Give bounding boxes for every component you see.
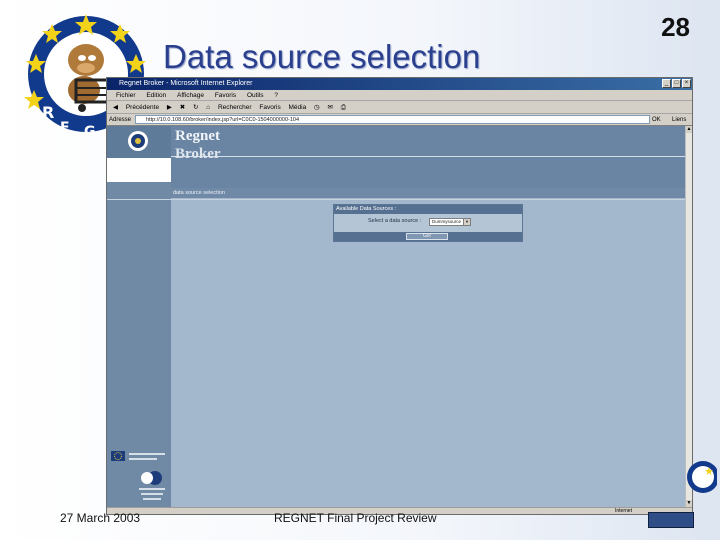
slide-number: 28 [661, 12, 690, 42]
scroll-down-icon[interactable]: ▼ [686, 500, 692, 507]
web-page: Regnet Broker data source selection Avai… [107, 126, 685, 507]
vertical-scrollbar[interactable]: ▲ ▼ [685, 126, 692, 507]
taskbar-tray [648, 512, 694, 528]
select-value: Dummysource [432, 219, 462, 224]
select-label: Select a data source : [368, 218, 422, 224]
browser-toolbar: ◀ Précédente ▶ ✖ ↻ ⌂ Rechercher Favoris … [107, 101, 692, 114]
slide-title: Data source selection [163, 38, 481, 75]
breadcrumb-bar [171, 188, 685, 198]
scroll-up-icon[interactable]: ▲ [686, 126, 692, 133]
content-divider [107, 199, 685, 200]
address-input[interactable]: http://10.0.108.60/broker/index.jsp?url=… [135, 115, 650, 124]
minimize-icon[interactable]: _ [662, 79, 671, 88]
browser-window: Regnet Broker - Microsoft Internet Explo… [106, 77, 693, 515]
go-button[interactable]: Go! [406, 233, 448, 240]
menu-edit[interactable]: Edition [146, 92, 166, 99]
close-icon[interactable]: × [682, 79, 691, 88]
refresh-icon[interactable]: ↻ [193, 104, 198, 111]
menu-bar: Fichier Edition Affichage Favoris Outils… [107, 90, 692, 101]
header-logo-box [107, 126, 171, 158]
ist-logo-icon [139, 471, 165, 500]
footer-date: 27 March 2003 [60, 511, 141, 525]
menu-tools[interactable]: Outils [247, 92, 264, 99]
brand-line-2: Broker [175, 146, 221, 162]
header-divider [171, 156, 685, 157]
history-icon[interactable]: ◷ [314, 104, 320, 111]
chevron-down-icon[interactable]: ▼ [463, 219, 470, 225]
breadcrumb: data source selection [173, 190, 225, 196]
security-zone: Internet [615, 508, 632, 514]
data-source-select[interactable]: Dummysource ▼ [429, 218, 471, 226]
links-label[interactable]: Liens [672, 114, 686, 126]
menu-help[interactable]: ? [274, 92, 278, 99]
back-button[interactable]: Précédente [126, 104, 159, 111]
mail-icon[interactable]: ✉ [328, 104, 333, 111]
maximize-icon[interactable]: □ [672, 79, 681, 88]
forward-icon[interactable]: ▶ [167, 104, 172, 111]
emblem-icon [687, 461, 717, 493]
svg-text:R: R [42, 103, 54, 122]
svg-text:G: G [84, 124, 96, 138]
brand-line-1: Regnet [175, 128, 220, 144]
stop-icon[interactable]: ✖ [180, 104, 185, 111]
browser-titlebar: Regnet Broker - Microsoft Internet Explo… [107, 78, 692, 90]
back-icon[interactable]: ◀ [113, 104, 118, 111]
eu-flag-icon [111, 451, 165, 461]
search-button[interactable]: Rechercher [218, 104, 252, 111]
header-white-block [107, 158, 171, 182]
menu-favorites[interactable]: Favoris [215, 92, 236, 99]
panel-title: Available Data Sources : [334, 205, 522, 214]
home-icon[interactable]: ⌂ [206, 104, 210, 111]
data-source-panel: Available Data Sources : Select a data s… [333, 204, 523, 242]
emblem-icon [128, 131, 148, 151]
print-icon[interactable]: ⎙ [341, 104, 346, 111]
menu-file[interactable]: Fichier [116, 92, 136, 99]
footer-title: REGNET Final Project Review [274, 511, 437, 525]
favorites-button[interactable]: Favoris [259, 104, 280, 111]
window-title: Regnet Broker - Microsoft Internet Explo… [119, 80, 253, 87]
address-go-button[interactable]: OK [652, 114, 661, 126]
svg-text:E: E [60, 120, 70, 136]
address-bar: Adresse http://10.0.108.60/broker/index.… [107, 114, 692, 126]
media-button[interactable]: Média [289, 104, 307, 111]
address-label: Adresse [109, 117, 132, 123]
menu-view[interactable]: Affichage [177, 92, 204, 99]
